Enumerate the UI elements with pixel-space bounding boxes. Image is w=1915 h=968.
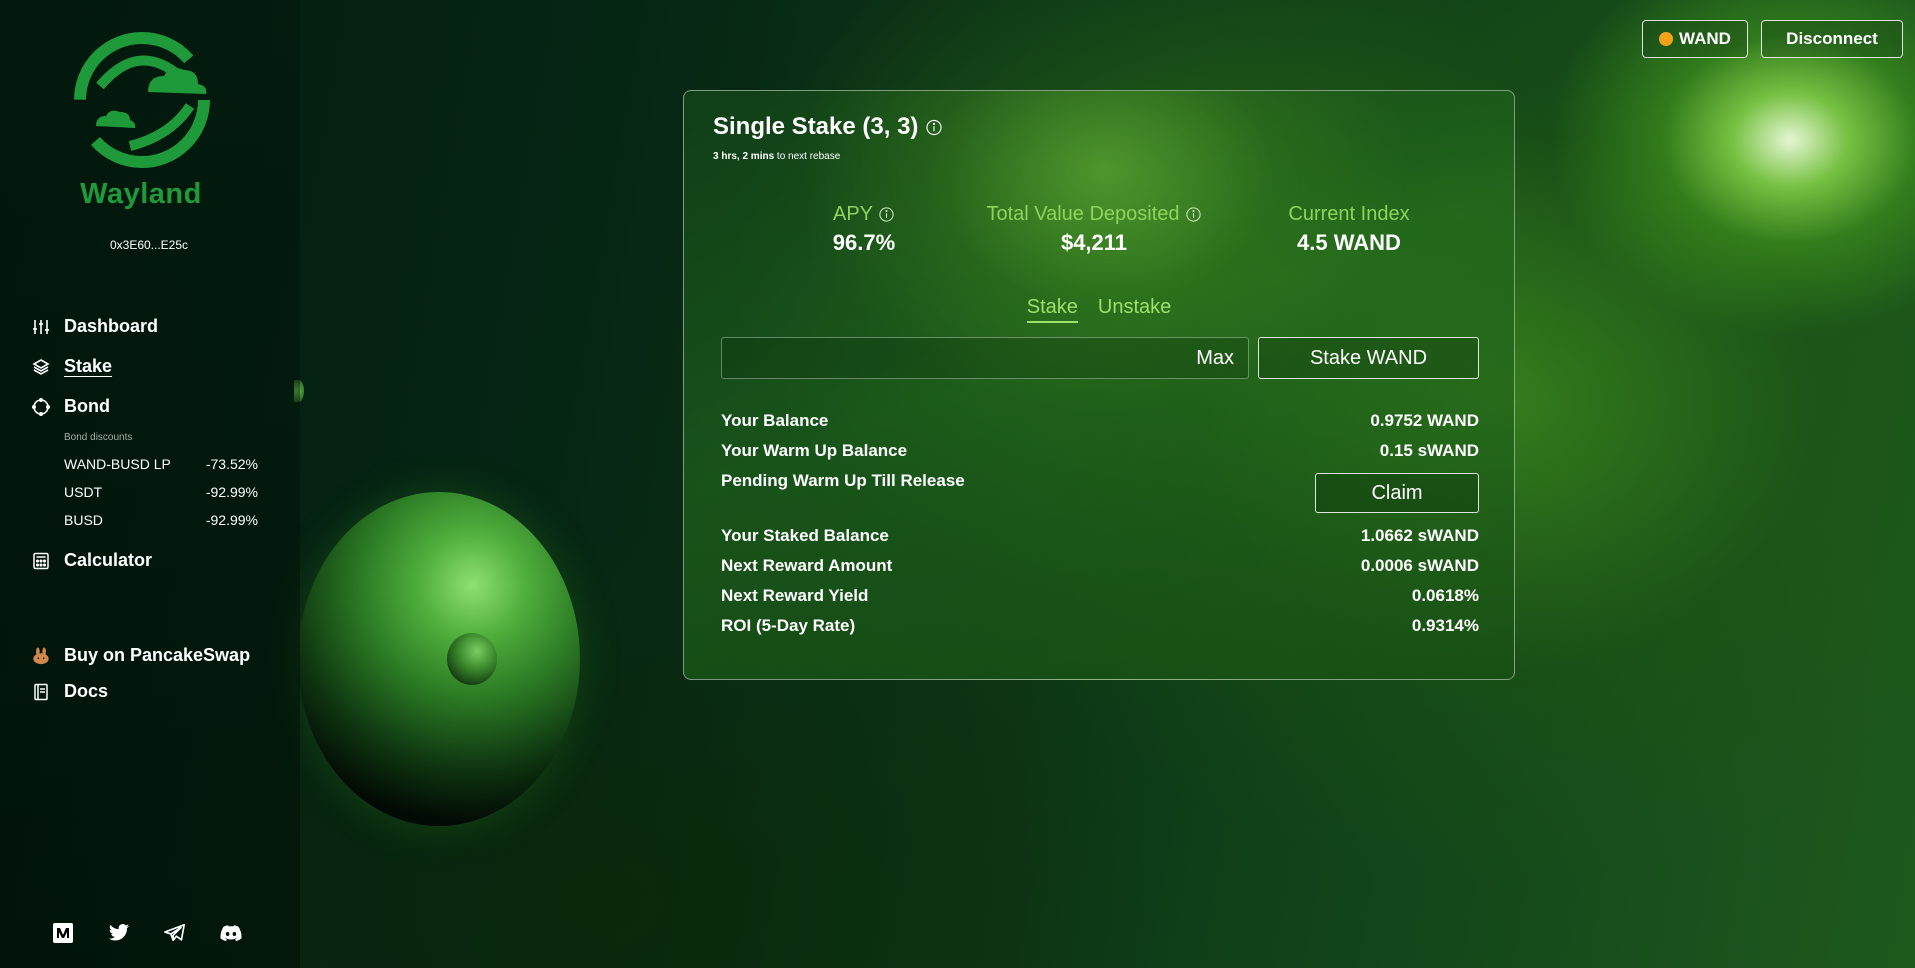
social-links bbox=[52, 922, 242, 944]
info-row-value: 0.0618% bbox=[1411, 586, 1479, 605]
rebase-suffix: to next rebase bbox=[776, 151, 841, 162]
nav-stake[interactable]: Stake bbox=[32, 356, 112, 377]
info-row-value: 0.15 sWAND bbox=[1379, 441, 1479, 460]
token-wand-button[interactable]: WAND bbox=[1642, 20, 1748, 58]
bond-item-name: USDT bbox=[64, 484, 103, 500]
disconnect-button[interactable]: Disconnect bbox=[1761, 20, 1903, 58]
info-icon[interactable] bbox=[879, 206, 895, 223]
nav-docs[interactable]: Docs bbox=[32, 681, 108, 702]
stake-wand-button[interactable]: Stake WAND bbox=[1258, 337, 1479, 379]
nav-stake-label: Stake bbox=[64, 356, 113, 376]
info-row-next-reward-yield: Next Reward Yield 0.0618% bbox=[721, 586, 1479, 606]
info-row-next-reward-amount: Next Reward Amount 0.0006 sWAND bbox=[721, 556, 1479, 576]
sidebar: Wayland 0x3E60...E25c Dashboard Stake Bo… bbox=[0, 0, 300, 968]
pancakeswap-bunny-icon bbox=[32, 646, 50, 665]
info-icon[interactable] bbox=[926, 119, 943, 136]
info-row-label: Your Warm Up Balance bbox=[721, 441, 908, 460]
bond-item[interactable]: BUSD -92.99% bbox=[64, 512, 258, 528]
nav-dashboard[interactable]: Dashboard bbox=[32, 316, 158, 337]
stake-amount-input[interactable] bbox=[721, 337, 1249, 379]
info-row-label: Your Balance bbox=[721, 411, 829, 430]
info-row-label: Your Staked Balance bbox=[721, 526, 889, 545]
nav-calculator[interactable]: Calculator bbox=[32, 550, 152, 571]
metric-apy-label-row: APY bbox=[779, 203, 949, 226]
bond-item-discount: -92.99% bbox=[205, 484, 258, 500]
tab-stake[interactable]: Stake bbox=[1026, 296, 1078, 323]
bond-item[interactable]: USDT -92.99% bbox=[64, 484, 258, 500]
metric-tvd-label: Total Value Deposited bbox=[986, 203, 1180, 225]
info-row-label: Next Reward Yield bbox=[721, 586, 869, 605]
rebase-time: 3 hrs, 2 mins bbox=[713, 151, 775, 162]
book-icon bbox=[32, 683, 50, 701]
rebase-timer: 3 hrs, 2 mins to next rebase bbox=[713, 151, 840, 162]
metric-apy-value: 96.7% bbox=[832, 230, 896, 255]
metric-tvd-value: $4,211 bbox=[1060, 230, 1128, 255]
metric-index-label: Current Index bbox=[1288, 203, 1410, 225]
discord-icon[interactable] bbox=[220, 922, 242, 944]
moon-decoration bbox=[447, 633, 497, 685]
nav-dashboard-label: Dashboard bbox=[64, 316, 159, 336]
info-row-value: 0.9752 WAND bbox=[1370, 411, 1479, 430]
claim-button[interactable]: Claim bbox=[1315, 473, 1479, 513]
max-button[interactable]: Max bbox=[1174, 341, 1240, 375]
bond-item[interactable]: WAND-BUSD LP -73.52% bbox=[64, 456, 258, 472]
info-icon[interactable] bbox=[1185, 206, 1202, 223]
bond-icon bbox=[32, 397, 50, 416]
info-row-value: 1.0662 sWAND bbox=[1360, 526, 1479, 545]
nav-calculator-label: Calculator bbox=[64, 550, 153, 570]
token-wand-label: WAND bbox=[1679, 29, 1731, 48]
stake-card: Single Stake (3, 3) 3 hrs, 2 mins to nex… bbox=[683, 90, 1515, 680]
nav-bond-label: Bond bbox=[64, 396, 110, 416]
sliders-icon bbox=[32, 318, 50, 336]
nav-docs-label: Docs bbox=[64, 681, 109, 701]
stake-card-title: Single Stake (3, 3) bbox=[713, 113, 943, 141]
medium-icon[interactable] bbox=[52, 922, 74, 944]
nav-bond[interactable]: Bond bbox=[32, 396, 110, 417]
info-row-label: Pending Warm Up Till Release bbox=[721, 471, 965, 490]
stake-tabs: Stake Unstake bbox=[684, 296, 1514, 323]
metric-current-index: Current Index 4.5 WAND bbox=[1254, 203, 1444, 256]
calculator-icon bbox=[32, 552, 50, 570]
bond-discounts-title: Bond discounts bbox=[64, 432, 133, 443]
wand-token-icon bbox=[1659, 32, 1674, 46]
metric-tvd-label-row: Total Value Deposited bbox=[964, 203, 1224, 226]
info-row-label: Next Reward Amount bbox=[721, 556, 893, 575]
bond-item-name: BUSD bbox=[64, 512, 103, 528]
twitter-icon[interactable] bbox=[108, 922, 130, 944]
wayland-logo-icon bbox=[74, 32, 210, 168]
info-row-roi: ROI (5-Day Rate) 0.9314% bbox=[721, 616, 1479, 636]
metric-index-label-row: Current Index bbox=[1254, 203, 1444, 226]
info-row-label: ROI (5-Day Rate) bbox=[721, 616, 856, 635]
metric-index-value: 4.5 WAND bbox=[1297, 230, 1401, 255]
bond-item-name: WAND-BUSD LP bbox=[64, 456, 171, 472]
nav-buy-pancakeswap[interactable]: Buy on PancakeSwap bbox=[32, 645, 250, 666]
layers-icon bbox=[32, 358, 50, 376]
bond-item-discount: -73.52% bbox=[205, 456, 258, 472]
info-row-value: 0.9314% bbox=[1411, 616, 1479, 635]
telegram-icon[interactable] bbox=[164, 922, 186, 944]
brand-name: Wayland bbox=[80, 178, 202, 210]
tab-unstake[interactable]: Unstake bbox=[1098, 296, 1171, 323]
bond-item-discount: -92.99% bbox=[205, 512, 258, 528]
info-row-warm-up-balance: Your Warm Up Balance 0.15 sWAND bbox=[721, 441, 1479, 461]
nav-buy-label: Buy on PancakeSwap bbox=[64, 645, 251, 665]
planet-decoration bbox=[298, 492, 580, 826]
metric-total-value-deposited: Total Value Deposited $4,211 bbox=[964, 203, 1224, 256]
info-row-value: 0.0006 sWAND bbox=[1360, 556, 1479, 575]
info-row-your-balance: Your Balance 0.9752 WAND bbox=[721, 411, 1479, 431]
metric-apy: APY 96.7% bbox=[779, 203, 949, 256]
metric-apy-label: APY bbox=[832, 203, 874, 225]
info-row-staked-balance: Your Staked Balance 1.0662 sWAND bbox=[721, 526, 1479, 546]
wallet-address[interactable]: 0x3E60...E25c bbox=[0, 238, 298, 252]
stake-card-title-text: Single Stake (3, 3) bbox=[713, 113, 919, 140]
